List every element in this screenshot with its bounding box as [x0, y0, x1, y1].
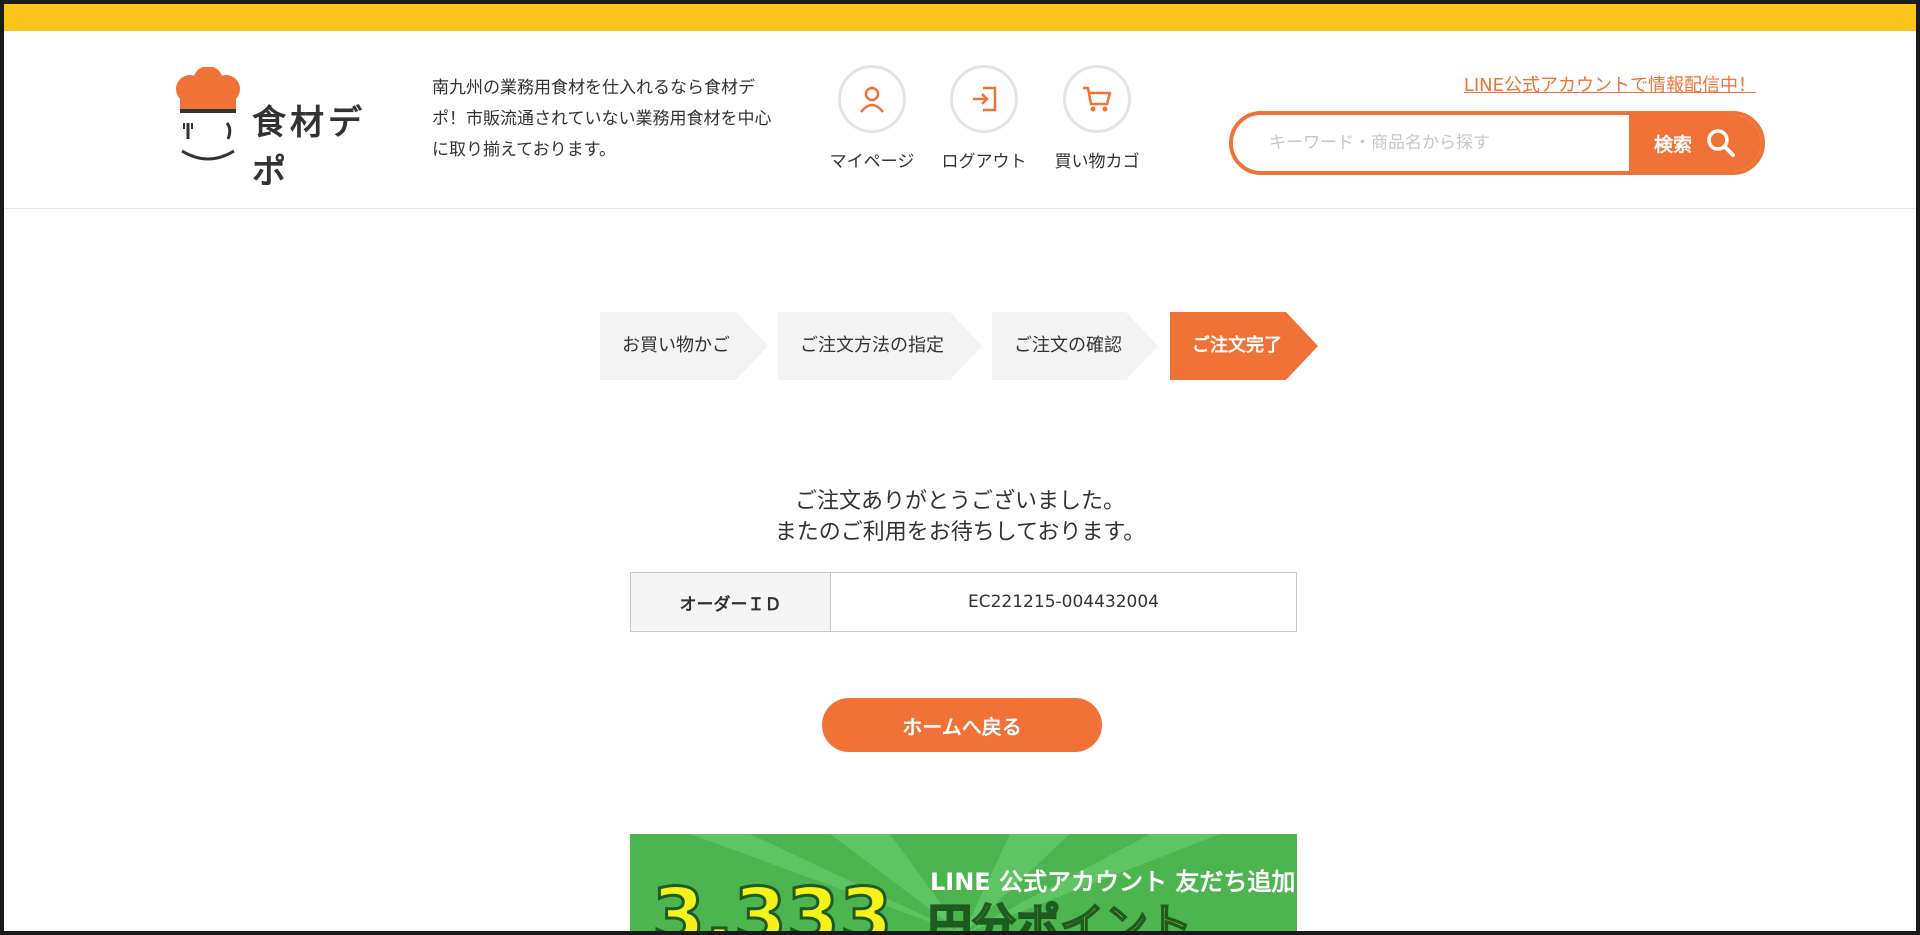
- chef-hat-logo-icon: [176, 66, 240, 161]
- step-cart: お買い物かご: [600, 312, 768, 380]
- banner-line1: LINE 公式アカウント 友だち追加で: [930, 868, 1297, 896]
- nav-mypage[interactable]: マイページ: [817, 65, 927, 172]
- site-tagline: 南九州の業務用食材を仕入れるなら食材デポ！市販流通されていない業務用食材を中心に…: [432, 78, 772, 160]
- thanks-message-line2: またのご利用をお待ちしております。: [774, 520, 1146, 545]
- banner-number: 3,333: [652, 871, 892, 931]
- search-bar: 検索: [1229, 111, 1765, 175]
- step-order-method: ご注文方法の指定: [778, 312, 982, 380]
- logout-icon: [973, 86, 997, 112]
- search-button-label: 検索: [1653, 133, 1692, 156]
- order-id-value: EC221215-004432004: [968, 592, 1159, 612]
- user-icon: [860, 86, 884, 113]
- step-complete: ご注文完了: [1170, 312, 1318, 380]
- step-confirm: ご注文の確認: [992, 312, 1158, 380]
- line-account-link[interactable]: LINE公式アカウントで情報配信中！: [1464, 71, 1756, 97]
- banner-line2: 円分ポイント: [928, 900, 1192, 931]
- back-home-button[interactable]: ホームへ戻る: [822, 698, 1102, 752]
- nav-logout[interactable]: ログアウト: [929, 65, 1039, 172]
- page-frame: 食材デポ 南九州の業務用食材を仕入れるなら食材デポ！市販流通されていない業務用食…: [4, 4, 1916, 931]
- cart-icon: [1083, 86, 1112, 112]
- search-icon: [1707, 129, 1735, 157]
- logo-text: 食材デポ: [252, 103, 366, 192]
- top-accent-bar: [4, 4, 1916, 31]
- nav-mypage-label: マイページ: [829, 152, 915, 172]
- banner-graphic: LINE 公式アカウント 友だち追加で 3,333 円分ポイント: [651, 834, 1297, 931]
- order-id-label: オーダーＩＤ: [631, 573, 831, 631]
- thanks-message-line1: ご注文ありがとうございました。: [794, 489, 1125, 514]
- nav-cart[interactable]: 買い物カゴ: [1042, 65, 1152, 172]
- nav-logout-label: ログアウト: [941, 152, 1027, 172]
- line-promo-banner[interactable]: LINE 公式アカウント 友だち追加で 3,333 円分ポイント: [630, 834, 1297, 931]
- site-header: 食材デポ 南九州の業務用食材を仕入れるなら食材デポ！市販流通されていない業務用食…: [4, 31, 1916, 209]
- site-logo[interactable]: 食材デポ: [172, 66, 402, 192]
- order-id-table: オーダーＩＤ EC221215-004432004: [630, 572, 1297, 632]
- search-button[interactable]: 検索: [1629, 115, 1761, 171]
- search-input[interactable]: [1233, 115, 1633, 171]
- nav-cart-label: 買い物カゴ: [1054, 152, 1140, 172]
